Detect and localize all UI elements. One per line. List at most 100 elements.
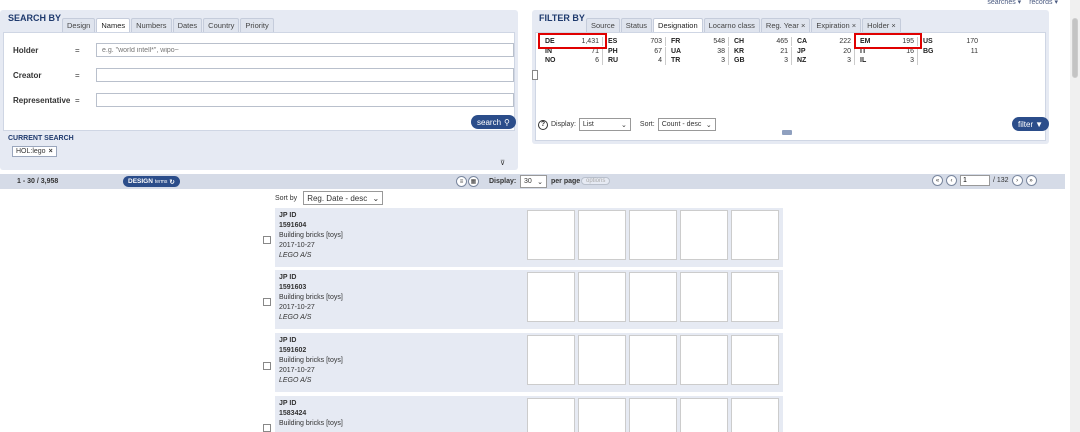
design-image[interactable] (578, 335, 626, 385)
sort-by-select[interactable]: Reg. Date - desc ⌄ (303, 191, 384, 205)
country-filter-ru[interactable]: RU 4 (603, 56, 666, 66)
design-image[interactable] (527, 335, 575, 385)
design-image[interactable] (578, 210, 626, 260)
help-icon[interactable]: ? (538, 119, 548, 130)
record-details: JP ID 1591604 Building bricks [toys] 201… (279, 212, 343, 259)
record-checkbox[interactable] (263, 362, 271, 370)
tab-designation[interactable]: Designation (653, 18, 703, 32)
country-filter-ca[interactable]: CA 222 (792, 37, 855, 47)
design-image[interactable] (629, 335, 677, 385)
tab-priority[interactable]: Priority (240, 18, 274, 32)
creator-row: Creator = (13, 68, 514, 82)
record-id: 1591603 (279, 284, 307, 291)
design-image[interactable] (680, 210, 728, 260)
record-thumbnails (527, 335, 779, 385)
design-image[interactable] (731, 335, 779, 385)
filter-display-label: Display: (551, 121, 576, 128)
chip-close-icon[interactable]: × (49, 148, 53, 155)
country-filter-kr[interactable]: KR 21 (729, 46, 792, 56)
grid-view-icon[interactable]: ▦ (468, 176, 479, 187)
chevron-down-icon: ⌄ (621, 121, 627, 129)
per-page-select[interactable]: 30 ⌄ (520, 175, 547, 188)
country-filter-gb[interactable]: GB 3 (729, 56, 792, 66)
country-filter-bg[interactable]: BG 11 (918, 47, 981, 56)
record-row[interactable]: JP ID 1591603 Building bricks [toys] 201… (275, 270, 783, 329)
highlight-em (854, 33, 922, 49)
representative-input[interactable] (96, 93, 514, 107)
holder-input[interactable] (96, 43, 514, 57)
record-row[interactable]: JP ID 1591602 Building bricks [toys] 201… (275, 333, 783, 392)
design-image[interactable] (629, 398, 677, 432)
country-filter-no[interactable]: NO 6 (540, 56, 603, 66)
filter-display-controls: ? Display: List ⌄ Sort: Count - desc ⌄ (538, 118, 716, 131)
record-checkbox[interactable] (263, 298, 271, 306)
trash-icon[interactable]: ⊽ (500, 159, 505, 167)
last-page-icon[interactable]: » (1025, 175, 1037, 186)
design-image[interactable] (731, 398, 779, 432)
record-product: Building bricks [toys] (279, 357, 343, 364)
design-image[interactable] (527, 210, 575, 260)
tab-dates[interactable]: Dates (172, 18, 203, 32)
country-filter-ph[interactable]: PH 67 (603, 46, 666, 56)
record-row[interactable]: JP ID 1583424 Building bricks [toys] (275, 396, 783, 432)
country-filter-fr[interactable]: FR 548 (666, 37, 729, 47)
country-filter-ua[interactable]: UA 38 (666, 46, 729, 56)
record-checkbox[interactable] (263, 424, 271, 432)
page-scrollbar[interactable] (1070, 0, 1080, 432)
design-image[interactable] (578, 272, 626, 322)
country-filter-tr[interactable]: TR 3 (666, 56, 729, 66)
scrollbar-thumb[interactable] (1072, 18, 1078, 78)
search-button[interactable]: search ⚲ (471, 115, 516, 129)
prev-page-icon[interactable]: ‹ (946, 175, 957, 186)
design-image[interactable] (731, 210, 779, 260)
holder-operator[interactable]: = (75, 46, 96, 55)
next-page-icon[interactable]: › (1011, 175, 1023, 186)
options-button[interactable]: options (581, 177, 611, 185)
country-filter-us[interactable]: US 170 (918, 37, 981, 46)
design-image[interactable] (629, 272, 677, 322)
design-image[interactable] (527, 398, 575, 432)
list-view-icon[interactable]: ≡ (456, 176, 467, 187)
results-range: 1 - 30 / 3,958 (17, 178, 59, 185)
creator-operator[interactable]: = (75, 71, 96, 80)
design-image[interactable] (578, 398, 626, 432)
tab-source[interactable]: Source (586, 18, 620, 32)
country-filter-nz[interactable]: NZ 3 (792, 56, 855, 66)
design-image[interactable] (731, 272, 779, 322)
tab-names[interactable]: Names (96, 18, 131, 32)
design-image[interactable] (680, 398, 728, 432)
view-toggle: ≡ ▦ (456, 176, 479, 187)
design-image[interactable] (680, 335, 728, 385)
country-filter-il[interactable]: IL 3 (855, 56, 918, 66)
tab-locarno-class[interactable]: Locarno class (703, 18, 760, 32)
record-row[interactable]: JP ID 1591604 Building bricks [toys] 201… (275, 208, 783, 267)
representative-operator[interactable]: = (75, 96, 96, 105)
searches-menu[interactable]: searches ▾ (987, 0, 1021, 6)
country-filter-jp[interactable]: JP 20 (792, 46, 855, 56)
record-checkbox[interactable] (263, 236, 271, 244)
tab-holder[interactable]: Holder × (862, 18, 901, 32)
filter-button[interactable]: filter ▼ (1012, 117, 1050, 131)
records-menu[interactable]: records ▾ (1029, 0, 1058, 6)
filter-sort-select[interactable]: Count - desc ⌄ (657, 118, 716, 131)
panel-resize-handle[interactable] (782, 130, 792, 135)
design-image[interactable] (527, 272, 575, 322)
country-filter-ch[interactable]: CH 465 (729, 37, 792, 47)
tab-numbers[interactable]: Numbers (131, 18, 172, 32)
page-number-input[interactable] (960, 175, 990, 186)
filter-display-select[interactable]: List ⌄ (578, 118, 631, 131)
tab-expiration[interactable]: Expiration × (811, 18, 862, 32)
tab-reg-year[interactable]: Reg. Year × (760, 18, 811, 32)
creator-input[interactable] (96, 68, 514, 82)
country-filter-es[interactable]: ES 703 (603, 37, 666, 47)
design-image[interactable] (629, 210, 677, 260)
search-icon: ⚲ (504, 117, 510, 127)
tab-status[interactable]: Status (620, 18, 653, 32)
current-search-label: CURRENT SEARCH (8, 135, 74, 142)
tab-design[interactable]: Design (62, 18, 96, 32)
tab-country[interactable]: Country (203, 18, 240, 32)
design-image[interactable] (680, 272, 728, 322)
expand-icon[interactable] (532, 70, 538, 80)
first-page-icon[interactable]: « (932, 175, 943, 186)
design-terms-button[interactable]: DESIGN terms ↻ (123, 176, 180, 187)
